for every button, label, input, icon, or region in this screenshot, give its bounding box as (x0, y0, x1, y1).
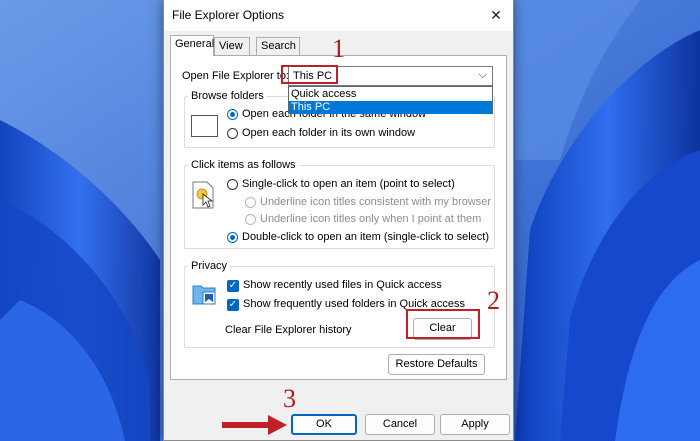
radio-own-window[interactable] (227, 128, 238, 139)
click-items-group: Click items as follows Single-click to o… (184, 159, 495, 249)
own-window-label[interactable]: Open each folder in its own window (242, 127, 415, 139)
pointer-click-icon (192, 181, 214, 209)
annotation-box-open-to (281, 65, 338, 84)
underline-consistent-label: Underline icon titles consistent with my… (260, 196, 492, 208)
radio-double-click[interactable] (227, 232, 238, 243)
radio-single-click[interactable] (227, 179, 238, 190)
folder-window-icon (191, 115, 218, 137)
privacy-title: Privacy (188, 260, 231, 272)
annotation-arrow-icon (222, 415, 287, 435)
annotation-step-1: 1 (332, 34, 345, 63)
annotation-step-3: 3 (283, 384, 296, 413)
restore-defaults-button[interactable]: Restore Defaults (388, 354, 485, 375)
cancel-button[interactable]: Cancel (365, 414, 435, 435)
tab-view[interactable]: View (214, 37, 250, 55)
file-explorer-options-dialog: File Explorer Options ✕ General View Sea… (163, 0, 514, 441)
radio-underline-point (245, 214, 256, 225)
annotation-step-2: 2 (487, 286, 500, 315)
close-icon[interactable]: ✕ (483, 2, 509, 28)
browse-folders-title: Browse folders (188, 90, 267, 102)
tab-general[interactable]: General (170, 35, 214, 56)
window-title: File Explorer Options (172, 8, 285, 22)
open-to-dropdown: Quick access This PC (288, 86, 493, 114)
checkbox-recent-files[interactable]: ✓ (227, 280, 239, 292)
recent-files-label[interactable]: Show recently used files in Quick access (243, 279, 442, 291)
dropdown-option-quick-access[interactable]: Quick access (289, 88, 492, 101)
double-click-label[interactable]: Double-click to open an item (single-cli… (242, 231, 489, 243)
dropdown-option-this-pc[interactable]: This PC (289, 101, 492, 114)
clear-history-label: Clear File Explorer history (225, 324, 352, 336)
radio-underline-consistent (245, 197, 256, 208)
open-to-label: Open File Explorer to: (182, 70, 289, 82)
chevron-down-icon: ⌵ (478, 69, 487, 81)
title-bar[interactable]: File Explorer Options ✕ (164, 0, 513, 31)
underline-point-label: Underline icon titles only when I point … (260, 213, 482, 225)
apply-button[interactable]: Apply (440, 414, 510, 435)
radio-same-window[interactable] (227, 109, 238, 120)
tab-search[interactable]: Search (256, 37, 300, 55)
privacy-folder-icon (192, 285, 216, 305)
click-items-title: Click items as follows (188, 159, 299, 171)
annotation-box-clear (406, 309, 480, 339)
ok-button[interactable]: OK (291, 414, 357, 435)
checkbox-frequent-folders[interactable]: ✓ (227, 299, 239, 311)
single-click-label[interactable]: Single-click to open an item (point to s… (242, 178, 455, 190)
